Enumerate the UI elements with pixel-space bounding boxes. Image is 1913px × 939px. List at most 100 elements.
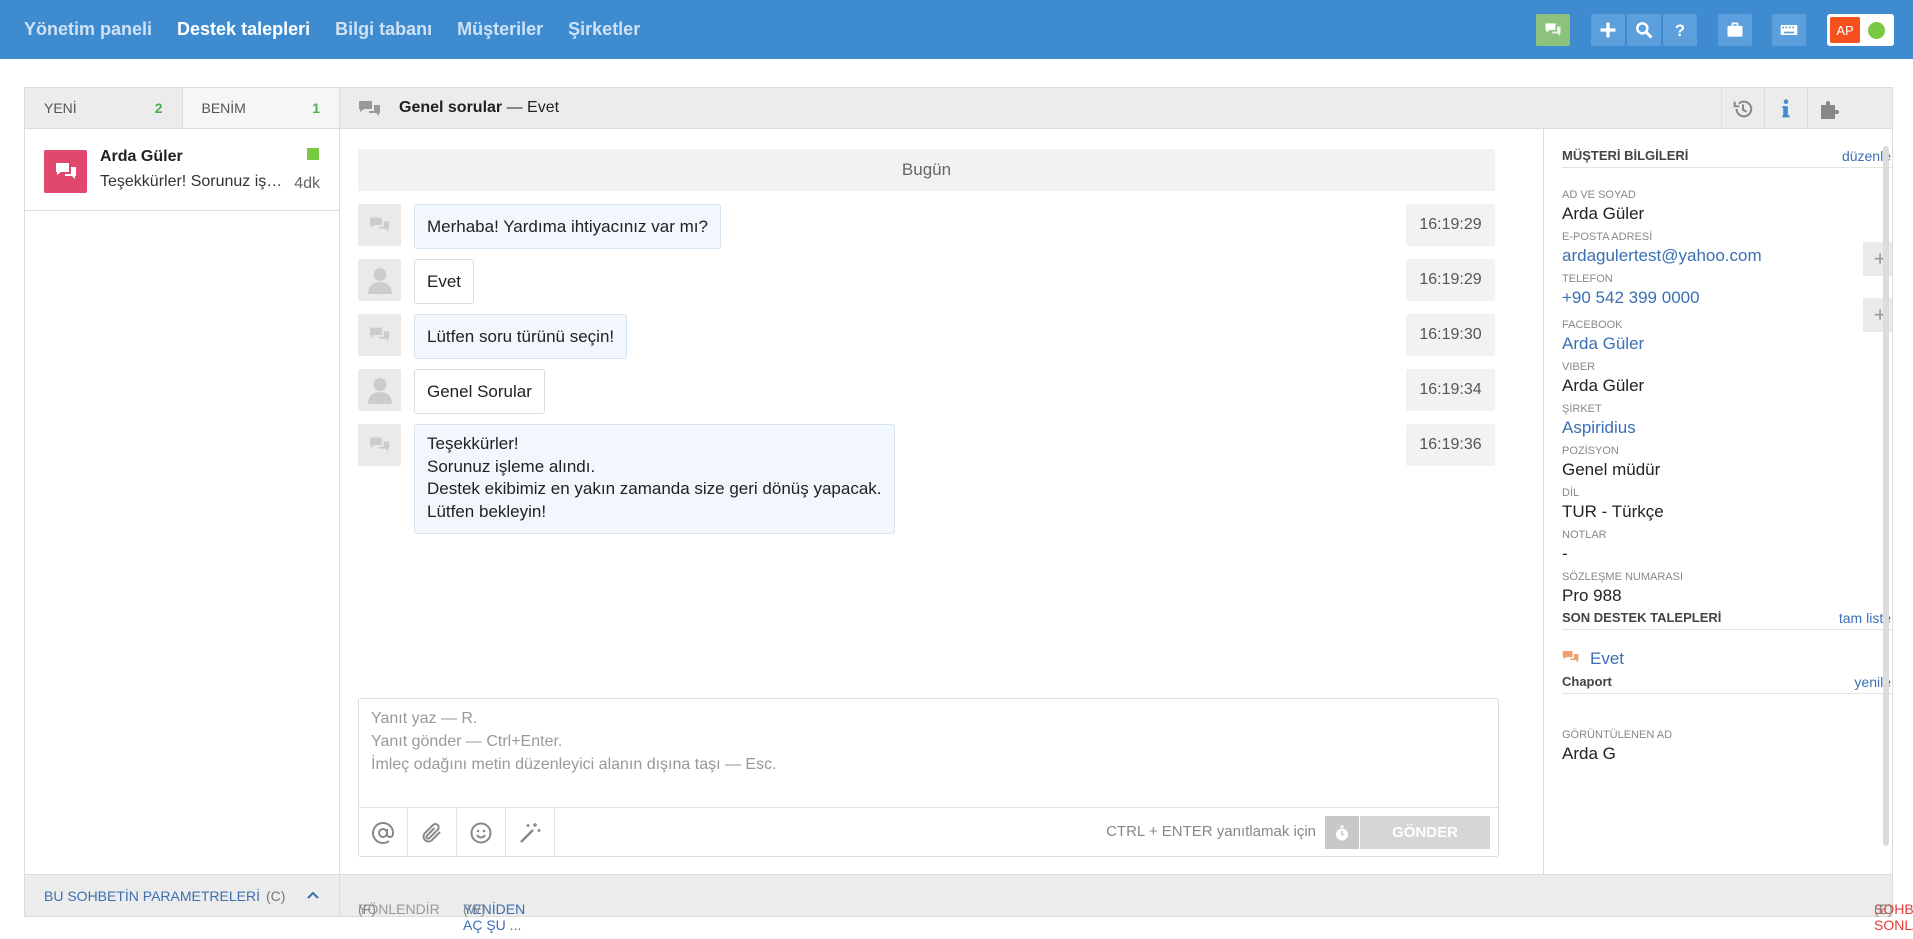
- field-label-notes: NOTLAR: [1562, 529, 1607, 541]
- briefcase-icon[interactable]: [1718, 14, 1752, 46]
- send-button[interactable]: GÖNDER: [1360, 816, 1490, 849]
- field-value-viber: Arda Güler: [1562, 376, 1645, 395]
- field-value-language: TUR - Türkçe: [1562, 502, 1664, 521]
- field-label-email: E-POSTA ADRESİ: [1562, 231, 1653, 243]
- conversation-item[interactable]: Arda Güler Teşekkürler! Sorunuz işleme a…: [25, 129, 339, 211]
- field-value-email[interactable]: ardagulertest@yahoo.com: [1562, 246, 1762, 266]
- chat-header: Genel sorular — Evet: [340, 88, 1892, 129]
- field-label-contract: SÖZLEŞME NUMARASI: [1562, 571, 1684, 583]
- message-line: Lütfen bekleyin!: [427, 501, 547, 521]
- field-label-display-name: GÖRÜNTÜLENEN AD: [1562, 729, 1673, 741]
- message-bubble: Evet: [414, 259, 475, 304]
- user-menu[interactable]: AP: [1827, 14, 1894, 46]
- conversation-tabs: YENİ 2 BENİM 1: [25, 88, 339, 129]
- chaport-title: Chaport: [1562, 674, 1612, 689]
- user-avatar-icon: [358, 369, 401, 411]
- customer-info-title: MÜŞTERİ BİLGİLERİ: [1562, 148, 1689, 163]
- customer-info-heading: MÜŞTERİ BİLGİLERİ düzenle: [1562, 148, 1892, 168]
- reply-input-placeholder[interactable]: Yanıt yaz — R. Yanıt gönder — Ctrl+Enter…: [371, 707, 777, 776]
- nav-companies[interactable]: Şirketler: [568, 19, 640, 40]
- customer-info-panel: MÜŞTERİ BİLGİLERİ düzenle AD VE SOYAD Ard…: [1543, 129, 1892, 874]
- keyboard-icon[interactable]: [1772, 14, 1806, 46]
- nav-customers[interactable]: Müşteriler: [457, 19, 543, 40]
- message-time: 16:19:29: [1406, 204, 1495, 246]
- composer-toolbar: CTRL + ENTER yanıtlamak için GÖNDER: [359, 807, 1498, 857]
- message-bubble: Genel Sorular: [414, 369, 545, 414]
- tab-mine-label: BENİM: [201, 100, 246, 116]
- field-value-company[interactable]: Aspiridius: [1562, 418, 1636, 438]
- tab-new-count: 2: [154, 100, 163, 116]
- conversation-customer-name: Arda Güler: [100, 148, 183, 165]
- day-separator: Bugün: [358, 149, 1495, 191]
- conversation-list-panel: YENİ 2 BENİM 1 Arda Güler Teşekkürler! S…: [25, 88, 340, 916]
- history-icon[interactable]: [1721, 88, 1764, 129]
- recent-tickets-title: SON DESTEK TALEPLERİ: [1562, 610, 1722, 625]
- emoji-icon[interactable]: [457, 808, 506, 857]
- nav-support-tickets[interactable]: Destek talepleri: [177, 19, 310, 40]
- paperclip-icon[interactable]: [408, 808, 457, 857]
- field-value-contract: Pro 988: [1562, 586, 1622, 605]
- search-icon[interactable]: [1627, 14, 1661, 46]
- avatar: AP: [1830, 17, 1860, 43]
- chat-actions-bar: YÖNLENDİR (F) YENİDEN AÇ ŞU ... (W) SOHB…: [340, 874, 1913, 933]
- chat-area: Bugün Merhaba! Yardıma ihtiyacınız var m…: [340, 129, 1543, 874]
- scrollbar[interactable]: [1883, 146, 1889, 846]
- field-label-facebook: FACEBOOK: [1562, 319, 1623, 331]
- mention-icon[interactable]: [359, 808, 408, 857]
- message-time: 16:19:30: [1406, 314, 1495, 356]
- conversation-preview: Teşekkürler! Sorunuz işleme alındı.: [100, 173, 285, 190]
- field-label-viber: VIBER: [1562, 361, 1596, 373]
- bot-chat-icon: [358, 314, 401, 356]
- message-line: Teşekkürler!: [427, 434, 519, 453]
- ticket-chat-icon: [1562, 650, 1580, 669]
- bot-chat-icon: [358, 204, 401, 246]
- info-icon[interactable]: [1764, 88, 1807, 129]
- field-label-language: DİL: [1562, 487, 1580, 499]
- field-value-notes: -: [1562, 544, 1568, 563]
- field-value-facebook[interactable]: Arda Güler: [1562, 334, 1644, 354]
- field-label-name: AD VE SOYAD: [1562, 189, 1636, 201]
- route-shortcut: (F): [358, 901, 376, 917]
- tab-new[interactable]: YENİ 2: [25, 88, 182, 128]
- chaport-heading: Chaport yenile: [1562, 674, 1892, 694]
- chat-parameters-button[interactable]: BU SOHBETİN PARAMETRELERİ (C): [25, 874, 339, 916]
- field-label-position: POZİSYON: [1562, 445, 1619, 457]
- message-time: 16:19:34: [1406, 369, 1495, 411]
- conversation-time: 4dk: [294, 175, 320, 192]
- online-status-badge: [307, 148, 319, 160]
- message-bubble: Lütfen soru türünü seçin!: [414, 314, 628, 359]
- field-value-position: Genel müdür: [1562, 460, 1661, 479]
- nav-knowledge-base[interactable]: Bilgi tabanı: [335, 19, 432, 40]
- message-time: 16:19:29: [1406, 259, 1495, 301]
- chat-parameters-shortcut: (C): [266, 887, 286, 904]
- recent-ticket-label: Evet: [1590, 649, 1625, 668]
- nav-dashboard[interactable]: Yönetim paneli: [24, 19, 152, 40]
- chat-title: Genel sorular — Evet: [399, 99, 559, 117]
- recent-ticket-item[interactable]: Evet: [1562, 649, 1624, 669]
- chat-bubbles-icon: [358, 100, 382, 123]
- user-avatar-icon: [358, 259, 401, 301]
- chat-icon[interactable]: [1536, 14, 1570, 46]
- end-chat-shortcut: (E): [1874, 901, 1893, 917]
- chat-parameters-label: BU SOHBETİN PARAMETRELERİ: [44, 887, 261, 904]
- online-status-indicator[interactable]: [1868, 22, 1885, 39]
- reply-composer[interactable]: Yanıt yaz — R. Yanıt gönder — Ctrl+Enter…: [358, 698, 1499, 857]
- field-label-company: ŞİRKET: [1562, 403, 1602, 415]
- conversation-chat-icon: [44, 150, 87, 193]
- send-shortcut-hint: CTRL + ENTER yanıtlamak için: [1106, 823, 1316, 840]
- puzzle-icon[interactable]: [1807, 88, 1850, 129]
- magic-wand-icon[interactable]: [506, 808, 555, 857]
- tab-mine[interactable]: BENİM 1: [181, 88, 339, 128]
- stopwatch-icon[interactable]: [1325, 816, 1359, 849]
- field-label-phone: TELEFON: [1562, 273, 1613, 285]
- message-time: 16:19:36: [1406, 424, 1495, 466]
- message-bubble: Merhaba! Yardıma ihtiyacınız var mı?: [414, 204, 721, 249]
- tab-mine-count: 1: [312, 100, 320, 116]
- field-value-phone[interactable]: +90 542 399 0000: [1562, 288, 1700, 308]
- chat-title-separator: —: [502, 99, 528, 116]
- reopen-shortcut: (W): [463, 901, 486, 917]
- help-icon[interactable]: ?: [1663, 14, 1697, 46]
- tab-new-label: YENİ: [44, 100, 77, 116]
- chat-topic: Genel sorular: [399, 99, 503, 116]
- plus-icon[interactable]: [1591, 14, 1625, 46]
